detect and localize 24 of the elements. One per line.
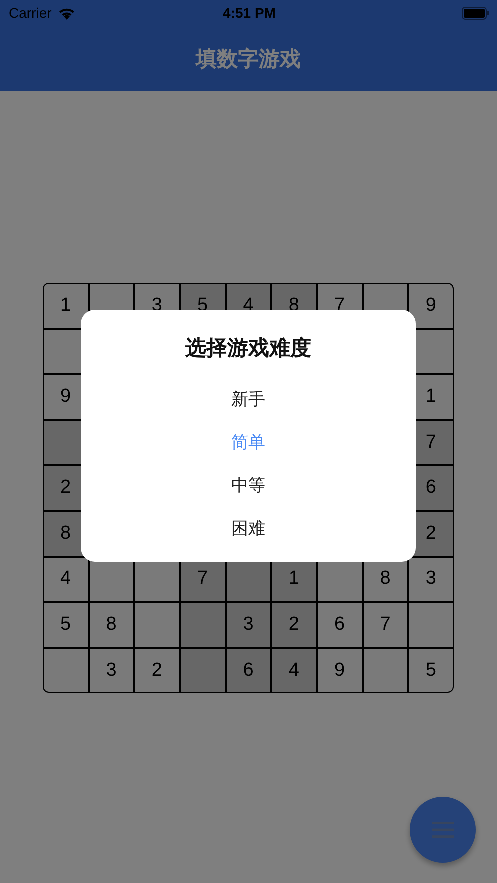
difficulty-option[interactable]: 中等 [220,464,278,507]
carrier-name: Carrier [9,5,52,21]
app-title: 填数字游戏 [196,46,301,72]
grid-cell[interactable]: 9 [409,284,453,328]
grid-cell[interactable]: 3 [90,648,134,692]
grid-cell[interactable]: 4 [44,558,88,602]
grid-cell[interactable]: 6 [226,648,270,692]
grid-cell[interactable]: 2 [272,603,316,647]
status-time: 4:51 PM [223,5,276,21]
dialog-title: 选择游戏难度 [186,335,312,362]
grid-cell[interactable]: 5 [44,603,88,647]
grid-cell[interactable]: 8 [90,603,134,647]
grid-cell[interactable]: 9 [318,648,362,692]
difficulty-option[interactable]: 简单 [220,421,278,464]
grid-cell[interactable]: 6 [318,603,362,647]
grid-cell[interactable]: 4 [272,648,316,692]
difficulty-option[interactable]: 困难 [220,507,278,550]
grid-cell[interactable]: 3 [409,558,453,602]
difficulty-option[interactable]: 新手 [220,378,278,421]
grid-cell[interactable]: 2 [135,648,179,692]
grid-cell[interactable]: 5 [409,648,453,692]
grid-cell[interactable]: 1 [44,284,88,328]
grid-cell[interactable]: 7 [364,603,408,647]
grid-cell[interactable]: 3 [226,603,270,647]
